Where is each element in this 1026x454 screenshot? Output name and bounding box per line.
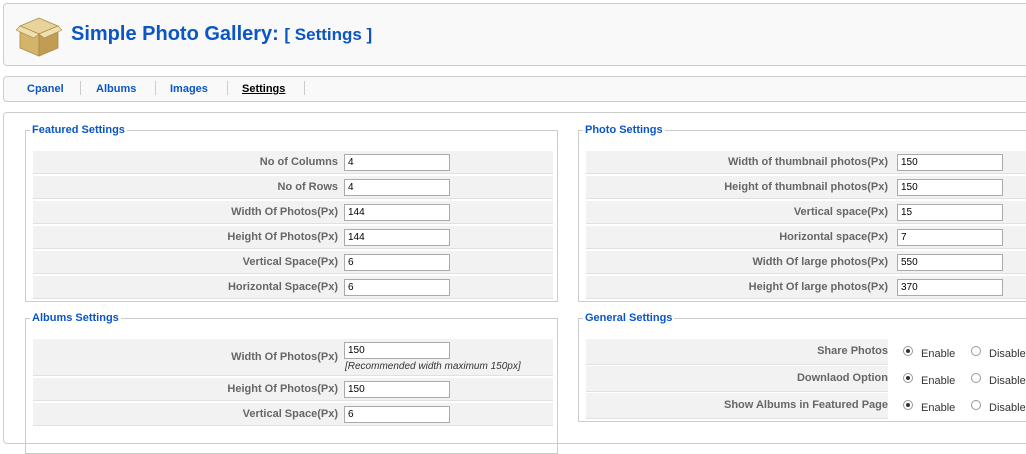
field-label: Height Of Photos(Px) (227, 231, 338, 243)
no-of-columns-input[interactable] (344, 154, 450, 171)
page-subtitle: [ Settings ] (284, 25, 373, 44)
featured-width-input[interactable] (344, 204, 450, 221)
tab-images[interactable]: Images (170, 83, 208, 95)
tab-divider (304, 81, 305, 95)
radio-label: Enable (921, 348, 956, 360)
field-label: Height Of large photos(Px) (748, 281, 888, 293)
general-row-download: Downlaod Option (586, 366, 888, 392)
featured-row-hspace: Horizontal Space(Px) (33, 276, 553, 299)
featured-height-input[interactable] (344, 229, 450, 246)
photo-settings: Photo Settings Width of thumbnail photos… (578, 124, 1026, 302)
field-label: Height Of Photos(Px) (227, 383, 338, 395)
photo-row-vspace: Vertical space(Px) (586, 201, 1026, 224)
page-title: Simple Photo Gallery: [ Settings ] (71, 23, 372, 46)
tab-albums[interactable]: Albums (96, 83, 136, 95)
photo-row-thumb-width: Width of thumbnail photos(Px) (586, 151, 1026, 174)
tab-divider (155, 81, 156, 95)
featured-row-rows: No of Rows (33, 176, 553, 199)
download-enable-radio[interactable] (903, 373, 913, 383)
featured-row-vspace: Vertical Space(Px) (33, 251, 553, 274)
photo-row-hspace: Horizontal space(Px) (586, 226, 1026, 249)
field-label: Width Of Photos(Px) (231, 351, 338, 363)
field-label: No of Rows (277, 181, 339, 193)
general-row-show-albums: Show Albums in Featured Page (586, 393, 888, 419)
photo-hspace-input[interactable] (897, 229, 1003, 246)
download-disable-radio[interactable] (971, 373, 981, 383)
large-width-input[interactable] (897, 254, 1003, 271)
field-label: Horizontal space(Px) (779, 231, 888, 243)
show-albums-disable-radio[interactable] (971, 400, 981, 410)
featured-row-width: Width Of Photos(Px) (33, 201, 553, 224)
general-settings-legend: General Settings (585, 312, 673, 324)
field-label: Vertical Space(Px) (242, 408, 338, 420)
field-label: Downlaod Option (796, 372, 888, 384)
albums-height-input[interactable] (344, 381, 450, 398)
featured-settings: Featured Settings No of Columns No of Ro… (25, 124, 558, 302)
submenu-bar: Cpanel Albums Images Settings (3, 76, 1026, 102)
radio-label: Enable (921, 402, 956, 414)
albums-row-width: Width Of Photos(Px) [Recommended width m… (33, 339, 553, 376)
photo-vspace-input[interactable] (897, 204, 1003, 221)
albums-settings-legend: Albums Settings (32, 312, 119, 324)
albums-width-hint: [Recommended width maximum 150px] (345, 361, 521, 372)
share-enable-radio[interactable] (903, 346, 913, 356)
field-label: Width of thumbnail photos(Px) (728, 156, 888, 168)
tab-divider (80, 81, 81, 95)
tab-settings[interactable]: Settings (242, 83, 285, 95)
settings-panel: Featured Settings No of Columns No of Ro… (3, 112, 1026, 454)
featured-hspace-input[interactable] (344, 279, 450, 296)
share-disable-radio[interactable] (971, 346, 981, 356)
albums-settings: Albums Settings Width Of Photos(Px) [Rec… (25, 312, 558, 454)
field-label: Share Photos (817, 345, 888, 357)
field-label: Width Of large photos(Px) (752, 256, 888, 268)
photo-settings-legend: Photo Settings (585, 124, 663, 136)
radio-label: Disable (989, 375, 1026, 387)
albums-row-vspace: Vertical Space(Px) (33, 403, 553, 426)
photo-row-thumb-height: Height of thumbnail photos(Px) (586, 176, 1026, 199)
page-title-text: Simple Photo Gallery: (71, 23, 279, 45)
albums-width-input[interactable] (344, 342, 450, 359)
field-label: Horizontal Space(Px) (227, 281, 338, 293)
thumb-width-input[interactable] (897, 154, 1003, 171)
large-height-input[interactable] (897, 279, 1003, 296)
tab-divider (227, 81, 228, 95)
page-header: Simple Photo Gallery: [ Settings ] (3, 3, 1026, 66)
tab-cpanel[interactable]: Cpanel (27, 83, 64, 95)
radio-label: Disable (989, 348, 1026, 360)
general-settings: General Settings Share Photos Enable Dis… (578, 312, 1026, 422)
featured-row-height: Height Of Photos(Px) (33, 226, 553, 249)
no-of-rows-input[interactable] (344, 179, 450, 196)
field-label: Show Albums in Featured Page (723, 399, 888, 411)
photo-row-large-height: Height Of large photos(Px) (586, 276, 1026, 299)
show-albums-enable-radio[interactable] (903, 400, 913, 410)
field-label: Vertical Space(Px) (242, 256, 338, 268)
featured-vspace-input[interactable] (344, 254, 450, 271)
featured-row-columns: No of Columns (33, 151, 553, 174)
albums-row-height: Height Of Photos(Px) (33, 378, 553, 401)
featured-settings-legend: Featured Settings (32, 124, 125, 136)
radio-label: Disable (989, 402, 1026, 414)
field-label: Height of thumbnail photos(Px) (724, 181, 888, 193)
radio-label: Enable (921, 375, 956, 387)
field-label: Width Of Photos(Px) (231, 206, 338, 218)
thumb-height-input[interactable] (897, 179, 1003, 196)
albums-vspace-input[interactable] (344, 406, 450, 423)
photo-row-large-width: Width Of large photos(Px) (586, 251, 1026, 274)
field-label: No of Columns (259, 156, 338, 168)
general-row-share: Share Photos (586, 339, 888, 365)
box-icon (16, 17, 62, 57)
field-label: Vertical space(Px) (793, 206, 888, 218)
